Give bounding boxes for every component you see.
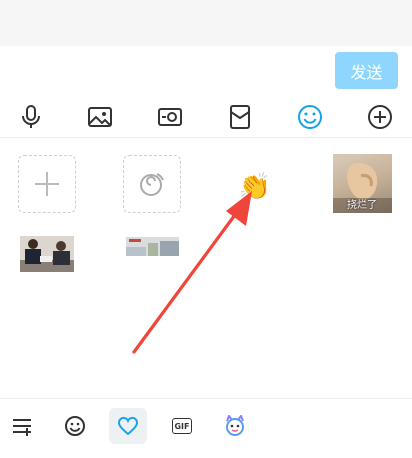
add-sticker-button[interactable] [18,155,76,213]
manage-stickers-button[interactable] [123,155,181,213]
red-packet-icon[interactable] [225,98,255,136]
swirl-icon [140,173,164,196]
sticker-tab-bar: GIF [0,398,412,458]
scene-photo-image [126,237,179,256]
heart-icon[interactable] [109,408,147,444]
send-button[interactable]: 发送 [335,52,398,89]
sticker-office-photo[interactable] [20,236,74,272]
sticker-list-icon[interactable] [3,408,41,444]
plus-icon [35,172,59,196]
camera-icon[interactable] [155,98,185,136]
sticker-cat-paw[interactable]: 挠烂了 [333,154,392,213]
image-icon[interactable] [85,98,115,136]
gif-label: GIF [172,418,192,434]
clapping-sticker[interactable]: 👏 [235,169,275,203]
plus-icon[interactable] [365,98,395,136]
sticker-panel: 👏 挠烂了 [0,138,412,400]
sticker-scene-photo[interactable] [126,237,179,256]
message-area [0,0,412,46]
sticker-caption: 挠烂了 [347,200,377,211]
office-photo-image [20,236,74,272]
microphone-icon[interactable] [16,98,46,136]
gif-icon[interactable]: GIF [163,408,201,444]
character-icon[interactable] [216,408,254,444]
composer-toolbar [0,98,412,136]
smiley-icon[interactable] [56,408,94,444]
emoji-icon[interactable] [295,98,325,136]
